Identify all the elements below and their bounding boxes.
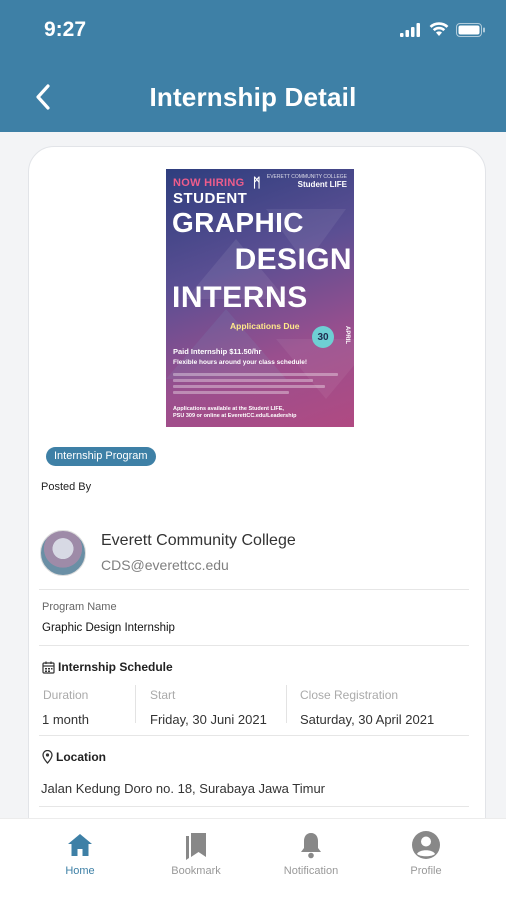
nav-home[interactable]: Home bbox=[35, 829, 125, 877]
internship-poster-image[interactable]: NOW HIRING STUDENT ᛗ EVERETT COMMUNITY C… bbox=[166, 169, 354, 427]
poster-student: STUDENT bbox=[173, 190, 248, 207]
program-name-value: Graphic Design Internship bbox=[42, 622, 175, 634]
internship-detail-card: NOW HIRING STUDENT ᛗ EVERETT COMMUNITY C… bbox=[28, 146, 486, 846]
location-pin-icon bbox=[42, 750, 53, 764]
status-icons bbox=[400, 22, 486, 37]
poster-org: ᛗ EVERETT COMMUNITY COLLEGE Student LIFE bbox=[253, 174, 347, 190]
signal-icon bbox=[400, 22, 420, 37]
poster-due-month: APRIL bbox=[344, 326, 350, 344]
college-logo-icon: ᛗ bbox=[252, 175, 261, 190]
home-icon bbox=[68, 834, 92, 856]
poster-headline-2: DESIGN bbox=[234, 243, 352, 276]
close-registration-label: Close Registration bbox=[300, 688, 399, 702]
bell-icon bbox=[301, 833, 321, 859]
duration-label: Duration bbox=[43, 688, 89, 702]
category-badge: Internship Program bbox=[46, 447, 156, 466]
poster-headline-3: INTERNS bbox=[172, 281, 308, 314]
close-registration-value: Saturday, 30 April 2021 bbox=[300, 712, 435, 727]
organization-avatar[interactable] bbox=[40, 530, 86, 576]
battery-icon bbox=[456, 22, 485, 37]
column-separator bbox=[286, 685, 287, 723]
nav-home-label: Home bbox=[65, 865, 95, 877]
divider bbox=[39, 589, 469, 590]
poster-headline-1: GRAPHIC bbox=[172, 207, 304, 238]
calendar-icon bbox=[42, 661, 55, 674]
page-title: Internship Detail bbox=[149, 82, 357, 112]
status-time: 9:27 bbox=[44, 18, 87, 41]
start-value: Friday, 30 Juni 2021 bbox=[150, 712, 267, 727]
nav-bookmark-label: Bookmark bbox=[171, 865, 221, 877]
wifi-icon bbox=[429, 22, 449, 36]
organization-name[interactable]: Everett Community College bbox=[101, 532, 296, 550]
nav-notification-label: Notification bbox=[283, 865, 339, 877]
poster-due-day: 30 bbox=[312, 326, 334, 348]
posted-by-label: Posted By bbox=[41, 481, 92, 493]
divider bbox=[39, 806, 469, 807]
profile-icon bbox=[412, 831, 440, 859]
nav-bookmark[interactable]: Bookmark bbox=[151, 829, 241, 877]
location-address: Jalan Kedung Doro no. 18, Surabaya Jawa … bbox=[41, 781, 326, 796]
poster-applications-due: Applications Due bbox=[230, 321, 300, 331]
location-title: Location bbox=[56, 750, 106, 764]
bottom-navigation: Home Bookmark Notification Profile bbox=[0, 818, 506, 900]
divider bbox=[39, 735, 469, 736]
poster-flexible: Flexible hours around your class schedul… bbox=[173, 359, 308, 366]
app-header: 9:27 Internship Detail bbox=[0, 0, 506, 132]
bookmark-icon bbox=[186, 833, 206, 860]
poster-apply: Applications available at the Student LI… bbox=[173, 406, 297, 420]
poster-paid: Paid Internship $11.50/hr bbox=[173, 347, 262, 356]
schedule-section-title: Internship Schedule bbox=[42, 660, 173, 674]
nav-profile[interactable]: Profile bbox=[381, 829, 471, 877]
location-section-title: Location bbox=[42, 750, 106, 764]
start-label: Start bbox=[150, 688, 176, 702]
column-separator bbox=[135, 685, 136, 723]
poster-now-hiring: NOW HIRING bbox=[173, 177, 245, 189]
program-name-label: Program Name bbox=[42, 601, 117, 613]
organization-email[interactable]: CDS@everettcc.edu bbox=[101, 557, 229, 573]
poster-fine-print bbox=[173, 373, 338, 397]
poster-org-small: EVERETT COMMUNITY COLLEGE bbox=[266, 174, 347, 180]
poster-org-big: Student LIFE bbox=[297, 180, 347, 189]
schedule-title: Internship Schedule bbox=[58, 660, 173, 674]
divider bbox=[39, 645, 469, 646]
nav-notification[interactable]: Notification bbox=[266, 829, 356, 877]
duration-value: 1 month bbox=[42, 712, 89, 727]
nav-profile-label: Profile bbox=[410, 865, 442, 877]
